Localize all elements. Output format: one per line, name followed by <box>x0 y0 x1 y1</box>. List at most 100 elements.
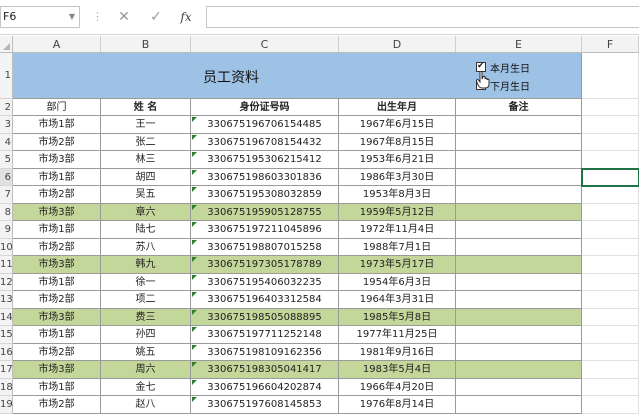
note-cell[interactable] <box>456 396 582 414</box>
dept-cell[interactable]: 市场1部 <box>13 273 101 291</box>
row-header[interactable]: 14 <box>0 308 13 326</box>
note-cell[interactable] <box>456 238 582 256</box>
dept-cell[interactable]: 市场3部 <box>13 203 101 221</box>
note-cell[interactable] <box>456 273 582 291</box>
id-cell[interactable]: 330675195905128755 <box>191 203 339 221</box>
id-cell[interactable]: 330675198807015258 <box>191 238 339 256</box>
id-cell[interactable]: 330675195308032859 <box>191 186 339 204</box>
birth-cell[interactable]: 1967年8月15日 <box>339 133 456 151</box>
header-note[interactable]: 备注 <box>456 99 582 116</box>
empty-cell[interactable] <box>582 221 639 239</box>
note-cell[interactable] <box>456 343 582 361</box>
note-cell[interactable] <box>456 116 582 134</box>
empty-cell[interactable] <box>582 273 639 291</box>
row-header[interactable]: 13 <box>0 291 13 309</box>
birth-cell[interactable]: 1972年11月4日 <box>339 221 456 239</box>
cancel-icon[interactable]: ✕ <box>112 8 136 26</box>
note-cell[interactable] <box>456 256 582 274</box>
id-cell[interactable]: 330675198505088895 <box>191 308 339 326</box>
dept-cell[interactable]: 市场2部 <box>13 238 101 256</box>
column-header-a[interactable]: A <box>13 36 101 53</box>
name-cell[interactable]: 费三 <box>101 308 191 326</box>
empty-cell[interactable] <box>582 396 639 414</box>
id-cell[interactable]: 330675195406032235 <box>191 273 339 291</box>
name-cell[interactable]: 金七 <box>101 378 191 396</box>
formula-input[interactable] <box>206 6 639 28</box>
column-header-e[interactable]: E <box>456 36 582 53</box>
insert-function-button[interactable]: fx <box>174 8 198 26</box>
dept-cell[interactable]: 市场3部 <box>13 361 101 379</box>
selected-cell-f6[interactable] <box>581 168 639 187</box>
note-cell[interactable] <box>456 186 582 204</box>
empty-cell[interactable] <box>582 203 639 221</box>
enter-icon[interactable]: ✓ <box>144 8 168 26</box>
empty-cell[interactable] <box>582 326 639 344</box>
name-cell[interactable]: 陆七 <box>101 221 191 239</box>
dept-cell[interactable]: 市场2部 <box>13 291 101 309</box>
dept-cell[interactable]: 市场1部 <box>13 378 101 396</box>
row-header[interactable]: 16 <box>0 343 13 361</box>
birth-cell[interactable]: 1959年5月12日 <box>339 203 456 221</box>
note-cell[interactable] <box>456 221 582 239</box>
row-header[interactable]: 7 <box>0 186 13 204</box>
header-birth[interactable]: 出生年月 <box>339 99 456 116</box>
birth-cell[interactable]: 1967年6月15日 <box>339 116 456 134</box>
name-cell[interactable]: 徐一 <box>101 273 191 291</box>
id-cell[interactable]: 330675197608145853 <box>191 396 339 414</box>
dept-cell[interactable]: 市场3部 <box>13 151 101 169</box>
note-cell[interactable] <box>456 133 582 151</box>
column-header-c[interactable]: C <box>191 36 339 53</box>
name-cell[interactable]: 吴五 <box>101 186 191 204</box>
dept-cell[interactable]: 市场2部 <box>13 396 101 414</box>
header-dept[interactable]: 部门 <box>13 99 101 116</box>
note-cell[interactable] <box>456 361 582 379</box>
name-cell[interactable]: 周六 <box>101 361 191 379</box>
id-cell[interactable]: 330675196403312584 <box>191 291 339 309</box>
birth-cell[interactable]: 1953年8月3日 <box>339 186 456 204</box>
empty-cell[interactable] <box>582 186 639 204</box>
select-all-corner[interactable] <box>0 36 13 53</box>
column-header-f[interactable]: F <box>582 36 639 53</box>
empty-cell[interactable] <box>582 291 639 309</box>
note-cell[interactable] <box>456 326 582 344</box>
id-cell[interactable]: 330675196706154485 <box>191 116 339 134</box>
cell-f1[interactable] <box>582 53 639 99</box>
row-header[interactable]: 8 <box>0 203 13 221</box>
row-header[interactable]: 15 <box>0 326 13 344</box>
row-header-2[interactable]: 2 <box>0 99 13 116</box>
name-box[interactable]: F6 ▼ <box>0 6 80 28</box>
dept-cell[interactable]: 市场2部 <box>13 186 101 204</box>
id-cell[interactable]: 330675198305041417 <box>191 361 339 379</box>
row-header[interactable]: 9 <box>0 221 13 239</box>
empty-cell[interactable] <box>582 343 639 361</box>
row-header[interactable]: 19 <box>0 396 13 414</box>
dept-cell[interactable]: 市场3部 <box>13 256 101 274</box>
dept-cell[interactable]: 市场3部 <box>13 308 101 326</box>
birth-cell[interactable]: 1976年8月14日 <box>339 396 456 414</box>
birth-cell[interactable]: 1964年3月31日 <box>339 291 456 309</box>
dept-cell[interactable]: 市场1部 <box>13 168 101 186</box>
column-header-b[interactable]: B <box>101 36 191 53</box>
id-cell[interactable]: 330675198603301836 <box>191 168 339 186</box>
row-header[interactable]: 4 <box>0 133 13 151</box>
empty-cell[interactable] <box>582 361 639 379</box>
id-cell[interactable]: 330675196708154432 <box>191 133 339 151</box>
column-header-d[interactable]: D <box>339 36 456 53</box>
id-cell[interactable]: 330675197305178789 <box>191 256 339 274</box>
name-cell[interactable]: 林三 <box>101 151 191 169</box>
id-cell[interactable]: 330675195306215412 <box>191 151 339 169</box>
name-cell[interactable]: 赵八 <box>101 396 191 414</box>
name-cell[interactable]: 胡四 <box>101 168 191 186</box>
note-cell[interactable] <box>456 308 582 326</box>
name-cell[interactable]: 苏八 <box>101 238 191 256</box>
id-cell[interactable]: 330675197711252148 <box>191 326 339 344</box>
note-cell[interactable] <box>456 291 582 309</box>
header-id[interactable]: 身份证号码 <box>191 99 339 116</box>
note-cell[interactable] <box>456 378 582 396</box>
birth-cell[interactable]: 1981年9月16日 <box>339 343 456 361</box>
dept-cell[interactable]: 市场1部 <box>13 221 101 239</box>
dept-cell[interactable]: 市场2部 <box>13 343 101 361</box>
name-cell[interactable]: 项二 <box>101 291 191 309</box>
birth-cell[interactable]: 1983年5月4日 <box>339 361 456 379</box>
id-cell[interactable]: 330675198109162356 <box>191 343 339 361</box>
